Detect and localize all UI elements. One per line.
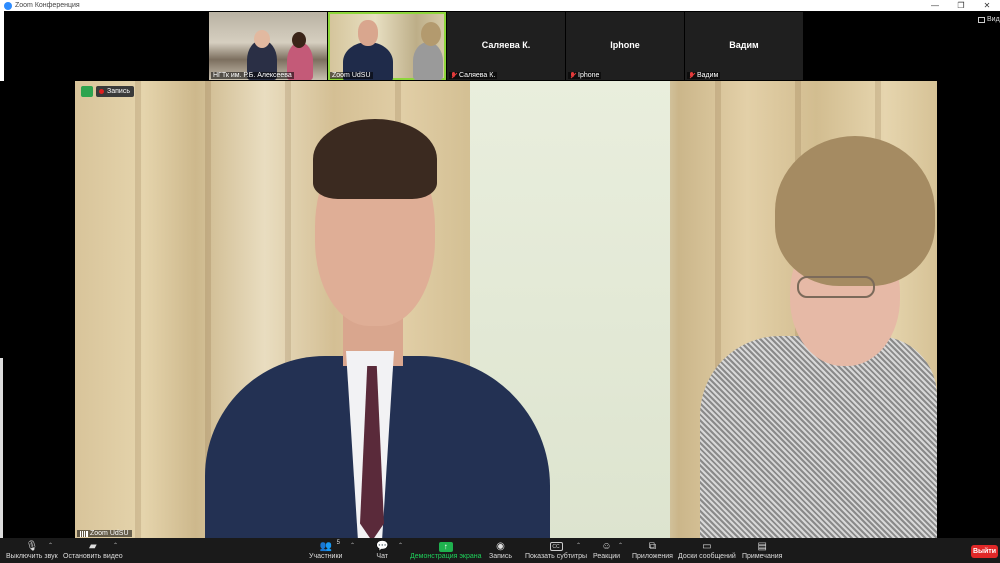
participant-display-name: Вадим	[729, 40, 759, 50]
participants-label: Участники	[309, 553, 343, 560]
title-bar: Zoom Конференция — ❐ ✕	[0, 0, 1000, 11]
participant-video-face	[292, 32, 306, 48]
main-speaker-video[interactable]: Запись Zoom UdSU	[75, 81, 937, 538]
participant-name: Саляева К.	[459, 72, 496, 79]
record-label: Запись	[489, 553, 512, 560]
minimize-icon[interactable]: —	[922, 0, 948, 11]
video-options-caret-icon[interactable]: ⌃	[113, 542, 118, 549]
woman-hair	[775, 136, 935, 286]
participant-name: Вадим	[697, 72, 719, 79]
notes-icon: ▤	[757, 541, 767, 552]
reactions-label: Реакции	[593, 553, 621, 560]
participant-name: НГТк им. Р.Б. Алексеева	[213, 72, 292, 79]
close-icon[interactable]: ✕	[974, 0, 1000, 11]
chat-button[interactable]: 💬 Чат	[376, 540, 388, 561]
participant-video-face	[421, 22, 441, 46]
record-button[interactable]: ◉ Запись	[489, 540, 512, 561]
participant-display-name: Саляева К.	[481, 40, 531, 50]
participants-caret-icon[interactable]: ⌃	[350, 542, 355, 549]
apps-icon: ⧉	[648, 541, 657, 552]
woman-glasses	[797, 276, 875, 298]
whiteboards-button[interactable]: ▭ Доски сообщений	[678, 540, 736, 561]
participant-display-name: Iphone	[610, 40, 640, 50]
apps-button[interactable]: ⧉ Приложения	[632, 540, 673, 561]
zoom-app-icon	[4, 1, 12, 10]
whiteboards-label: Доски сообщений	[678, 553, 736, 560]
window-controls: — ❐ ✕	[922, 0, 1000, 11]
participant-tile-zoom-udsu[interactable]: Zoom UdSU	[328, 12, 446, 80]
participant-name-label: Iphone	[568, 72, 602, 79]
participant-tile-salyaeva[interactable]: Саляева К. Саляева К.	[447, 12, 565, 80]
speaker-name-label: Zoom UdSU	[77, 530, 132, 537]
notes-button[interactable]: ▤ Примечания	[742, 540, 782, 561]
leave-meeting-button[interactable]: Выйти	[971, 545, 998, 558]
mic-muted-icon	[570, 72, 576, 79]
notes-label: Примечания	[742, 553, 783, 560]
view-button[interactable]: Вид	[978, 16, 1000, 23]
chat-caret-icon[interactable]: ⌃	[398, 542, 403, 549]
participant-name-label: НГТк им. Р.Б. Алексеева	[211, 72, 294, 79]
stop-video-label: Остановить видео	[63, 553, 123, 560]
participant-name: Iphone	[578, 72, 600, 79]
participants-icon: 👥 5	[319, 540, 340, 552]
mic-muted-icon	[451, 72, 457, 79]
audio-options-caret-icon[interactable]: ⌃	[48, 542, 53, 549]
reactions-caret-icon[interactable]: ⌃	[618, 542, 623, 549]
chat-icon: 💬	[376, 541, 389, 552]
participant-thumbnails: НГТк им. Р.Б. Алексеева Zoom UdSU Саляев…	[209, 12, 803, 80]
closed-captions-icon: CC	[549, 542, 563, 551]
share-screen-label: Демонстрация экрана	[410, 553, 482, 560]
reactions-icon: ☺	[601, 541, 612, 552]
video-camera-icon: ▰	[88, 541, 97, 552]
restore-icon[interactable]: ❐	[948, 0, 974, 11]
participant-name-label: Zoom UdSU	[330, 72, 373, 79]
participant-tile-iphone[interactable]: Iphone Iphone	[566, 12, 684, 80]
speaker-name: Zoom UdSU	[90, 530, 129, 537]
security-shield-icon[interactable]	[81, 86, 93, 97]
participant-tile-ngtk[interactable]: НГТк им. Р.Б. Алексеева	[209, 12, 327, 80]
participant-video-face	[254, 30, 270, 48]
participant-name: Zoom UdSU	[332, 72, 371, 79]
participant-name-label: Вадим	[687, 72, 721, 79]
participants-count: 5	[336, 540, 340, 546]
view-button-label: Вид	[987, 16, 1000, 23]
chat-label: Чат	[376, 553, 389, 560]
share-screen-icon: ↑	[438, 541, 453, 552]
participant-video-person	[413, 42, 443, 80]
meeting-toolbar: 🎙 Выключить звук ⌃ ▰ Остановить видео ⌃ …	[0, 538, 1000, 563]
whiteboard-icon: ▭	[702, 541, 712, 552]
participant-video-face	[358, 20, 378, 46]
grid-view-icon	[978, 16, 985, 23]
participants-button[interactable]: 👥 5 Участники	[309, 540, 342, 561]
record-icon: ◉	[496, 541, 505, 552]
signal-strength-icon	[80, 530, 88, 537]
background-window-edge	[0, 11, 4, 81]
record-dot-icon	[99, 89, 104, 94]
apps-label: Приложения	[632, 553, 673, 560]
share-screen-button[interactable]: ↑ Демонстрация экрана	[410, 540, 482, 561]
window-title: Zoom Конференция	[15, 2, 80, 9]
participant-name-label: Саляева К.	[449, 72, 498, 79]
mute-label: Выключить звук	[6, 553, 58, 560]
speaker-man-hair	[313, 119, 437, 199]
recording-indicator[interactable]: Запись	[96, 86, 134, 97]
woman-jacket	[700, 336, 937, 538]
captions-caret-icon[interactable]: ⌃	[576, 542, 581, 549]
recording-label: Запись	[107, 88, 130, 95]
background-window-edge-lower	[0, 358, 3, 538]
microphone-icon: 🎙	[25, 541, 39, 552]
captions-label: Показать субтитры	[525, 553, 588, 560]
reactions-button[interactable]: ☺ Реакции	[593, 540, 620, 561]
share-icon-wrapper: ↑	[438, 540, 453, 553]
curtain-fold	[135, 81, 141, 538]
mic-muted-icon	[689, 72, 695, 79]
captions-icon-wrapper: CC	[549, 540, 563, 553]
participant-tile-vadim[interactable]: Вадим Вадим	[685, 12, 803, 80]
